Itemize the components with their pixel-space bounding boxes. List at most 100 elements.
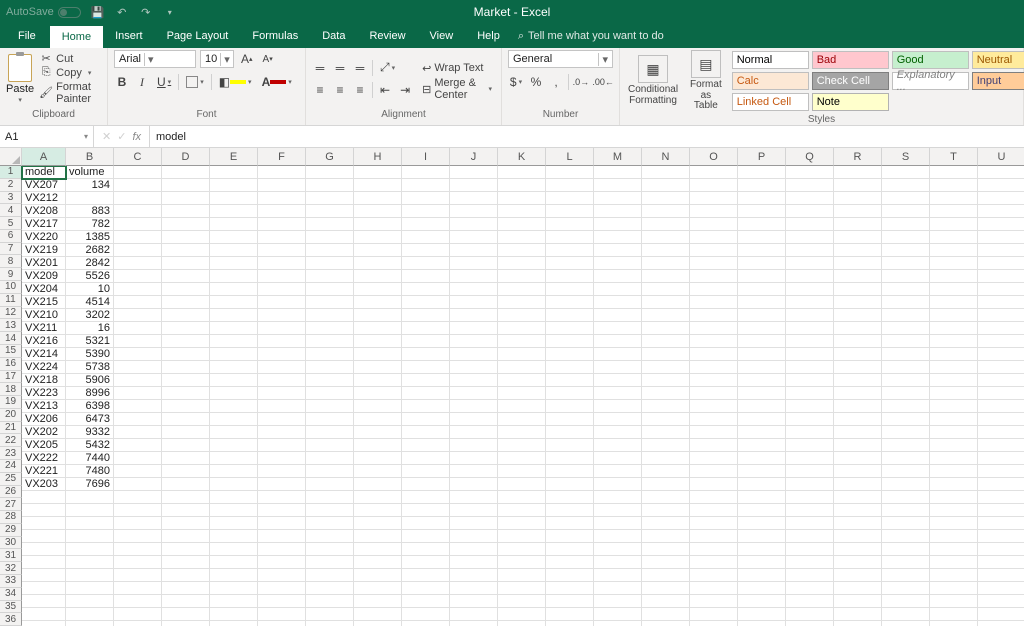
cell-R35[interactable] <box>834 608 882 621</box>
cell-P1[interactable] <box>738 166 786 179</box>
cell-C11[interactable] <box>114 296 162 309</box>
cell-L26[interactable] <box>546 491 594 504</box>
cell-F28[interactable] <box>258 517 306 530</box>
cell-A6[interactable]: VX220 <box>22 231 66 244</box>
cell-F25[interactable] <box>258 478 306 491</box>
cell-H2[interactable] <box>354 179 402 192</box>
cell-F12[interactable] <box>258 309 306 322</box>
cell-G6[interactable] <box>306 231 354 244</box>
column-header-P[interactable]: P <box>738 148 786 166</box>
cell-C5[interactable] <box>114 218 162 231</box>
cell-F4[interactable] <box>258 205 306 218</box>
cell-G25[interactable] <box>306 478 354 491</box>
cell-J24[interactable] <box>450 465 498 478</box>
fx-icon[interactable]: fx <box>132 131 141 143</box>
cell-M27[interactable] <box>594 504 642 517</box>
cell-J8[interactable] <box>450 257 498 270</box>
cell-A20[interactable]: VX206 <box>22 413 66 426</box>
cell-Q5[interactable] <box>786 218 834 231</box>
fill-color-button[interactable]: ◧ <box>216 73 255 91</box>
cell-J30[interactable] <box>450 543 498 556</box>
cell-M32[interactable] <box>594 569 642 582</box>
cell-F16[interactable] <box>258 361 306 374</box>
cell-U12[interactable] <box>978 309 1024 322</box>
cell-U20[interactable] <box>978 413 1024 426</box>
cell-C22[interactable] <box>114 439 162 452</box>
cell-T22[interactable] <box>930 439 978 452</box>
cell-C13[interactable] <box>114 322 162 335</box>
cell-U27[interactable] <box>978 504 1024 517</box>
cell-G19[interactable] <box>306 400 354 413</box>
cell-T4[interactable] <box>930 205 978 218</box>
cell-J21[interactable] <box>450 426 498 439</box>
cell-U31[interactable] <box>978 556 1024 569</box>
cell-L35[interactable] <box>546 608 594 621</box>
cell-M3[interactable] <box>594 192 642 205</box>
row-header-34[interactable]: 34 <box>0 588 22 601</box>
cell-P34[interactable] <box>738 595 786 608</box>
cell-A13[interactable]: VX211 <box>22 322 66 335</box>
cell-H14[interactable] <box>354 335 402 348</box>
cell-J23[interactable] <box>450 452 498 465</box>
cell-R17[interactable] <box>834 374 882 387</box>
cell-M35[interactable] <box>594 608 642 621</box>
cell-F15[interactable] <box>258 348 306 361</box>
cell-B22[interactable]: 5432 <box>66 439 114 452</box>
cell-I1[interactable] <box>402 166 450 179</box>
cell-J31[interactable] <box>450 556 498 569</box>
cell-B20[interactable]: 6473 <box>66 413 114 426</box>
cell-N17[interactable] <box>642 374 690 387</box>
cell-E2[interactable] <box>210 179 258 192</box>
cell-T6[interactable] <box>930 231 978 244</box>
cell-D22[interactable] <box>162 439 210 452</box>
cell-T19[interactable] <box>930 400 978 413</box>
cells-grid[interactable]: modelvolumeVX207134VX212VX208883VX217782… <box>22 166 1024 626</box>
cell-Q1[interactable] <box>786 166 834 179</box>
cell-G12[interactable] <box>306 309 354 322</box>
cell-B14[interactable]: 5321 <box>66 335 114 348</box>
cell-H34[interactable] <box>354 595 402 608</box>
cell-K16[interactable] <box>498 361 546 374</box>
format-painter-button[interactable]: 🖌Format Painter <box>40 81 101 105</box>
cell-D21[interactable] <box>162 426 210 439</box>
accounting-format-button[interactable]: $ <box>508 73 524 91</box>
cell-Q8[interactable] <box>786 257 834 270</box>
cell-Q36[interactable] <box>786 621 834 626</box>
cell-S17[interactable] <box>882 374 930 387</box>
select-all-corner[interactable] <box>0 148 22 166</box>
row-header-10[interactable]: 10 <box>0 281 22 294</box>
cell-A9[interactable]: VX209 <box>22 270 66 283</box>
copy-button[interactable]: ⎘Copy▾ <box>40 67 101 79</box>
cell-C26[interactable] <box>114 491 162 504</box>
cell-N25[interactable] <box>642 478 690 491</box>
cell-N11[interactable] <box>642 296 690 309</box>
cell-F31[interactable] <box>258 556 306 569</box>
row-header-6[interactable]: 6 <box>0 230 22 243</box>
cell-Q10[interactable] <box>786 283 834 296</box>
cell-style-check-cell[interactable]: Check Cell <box>812 72 889 90</box>
cell-D31[interactable] <box>162 556 210 569</box>
cell-Q16[interactable] <box>786 361 834 374</box>
cell-U30[interactable] <box>978 543 1024 556</box>
cell-C21[interactable] <box>114 426 162 439</box>
row-header-12[interactable]: 12 <box>0 307 22 320</box>
cell-S21[interactable] <box>882 426 930 439</box>
row-header-18[interactable]: 18 <box>0 383 22 396</box>
cell-B27[interactable] <box>66 504 114 517</box>
cell-H20[interactable] <box>354 413 402 426</box>
cell-G16[interactable] <box>306 361 354 374</box>
row-header-27[interactable]: 27 <box>0 498 22 511</box>
cell-F24[interactable] <box>258 465 306 478</box>
cell-S27[interactable] <box>882 504 930 517</box>
cell-D25[interactable] <box>162 478 210 491</box>
cell-S10[interactable] <box>882 283 930 296</box>
cell-U18[interactable] <box>978 387 1024 400</box>
cell-P9[interactable] <box>738 270 786 283</box>
cell-L11[interactable] <box>546 296 594 309</box>
cell-A33[interactable] <box>22 582 66 595</box>
cell-S30[interactable] <box>882 543 930 556</box>
cell-P15[interactable] <box>738 348 786 361</box>
cell-L12[interactable] <box>546 309 594 322</box>
cell-K20[interactable] <box>498 413 546 426</box>
cell-O27[interactable] <box>690 504 738 517</box>
